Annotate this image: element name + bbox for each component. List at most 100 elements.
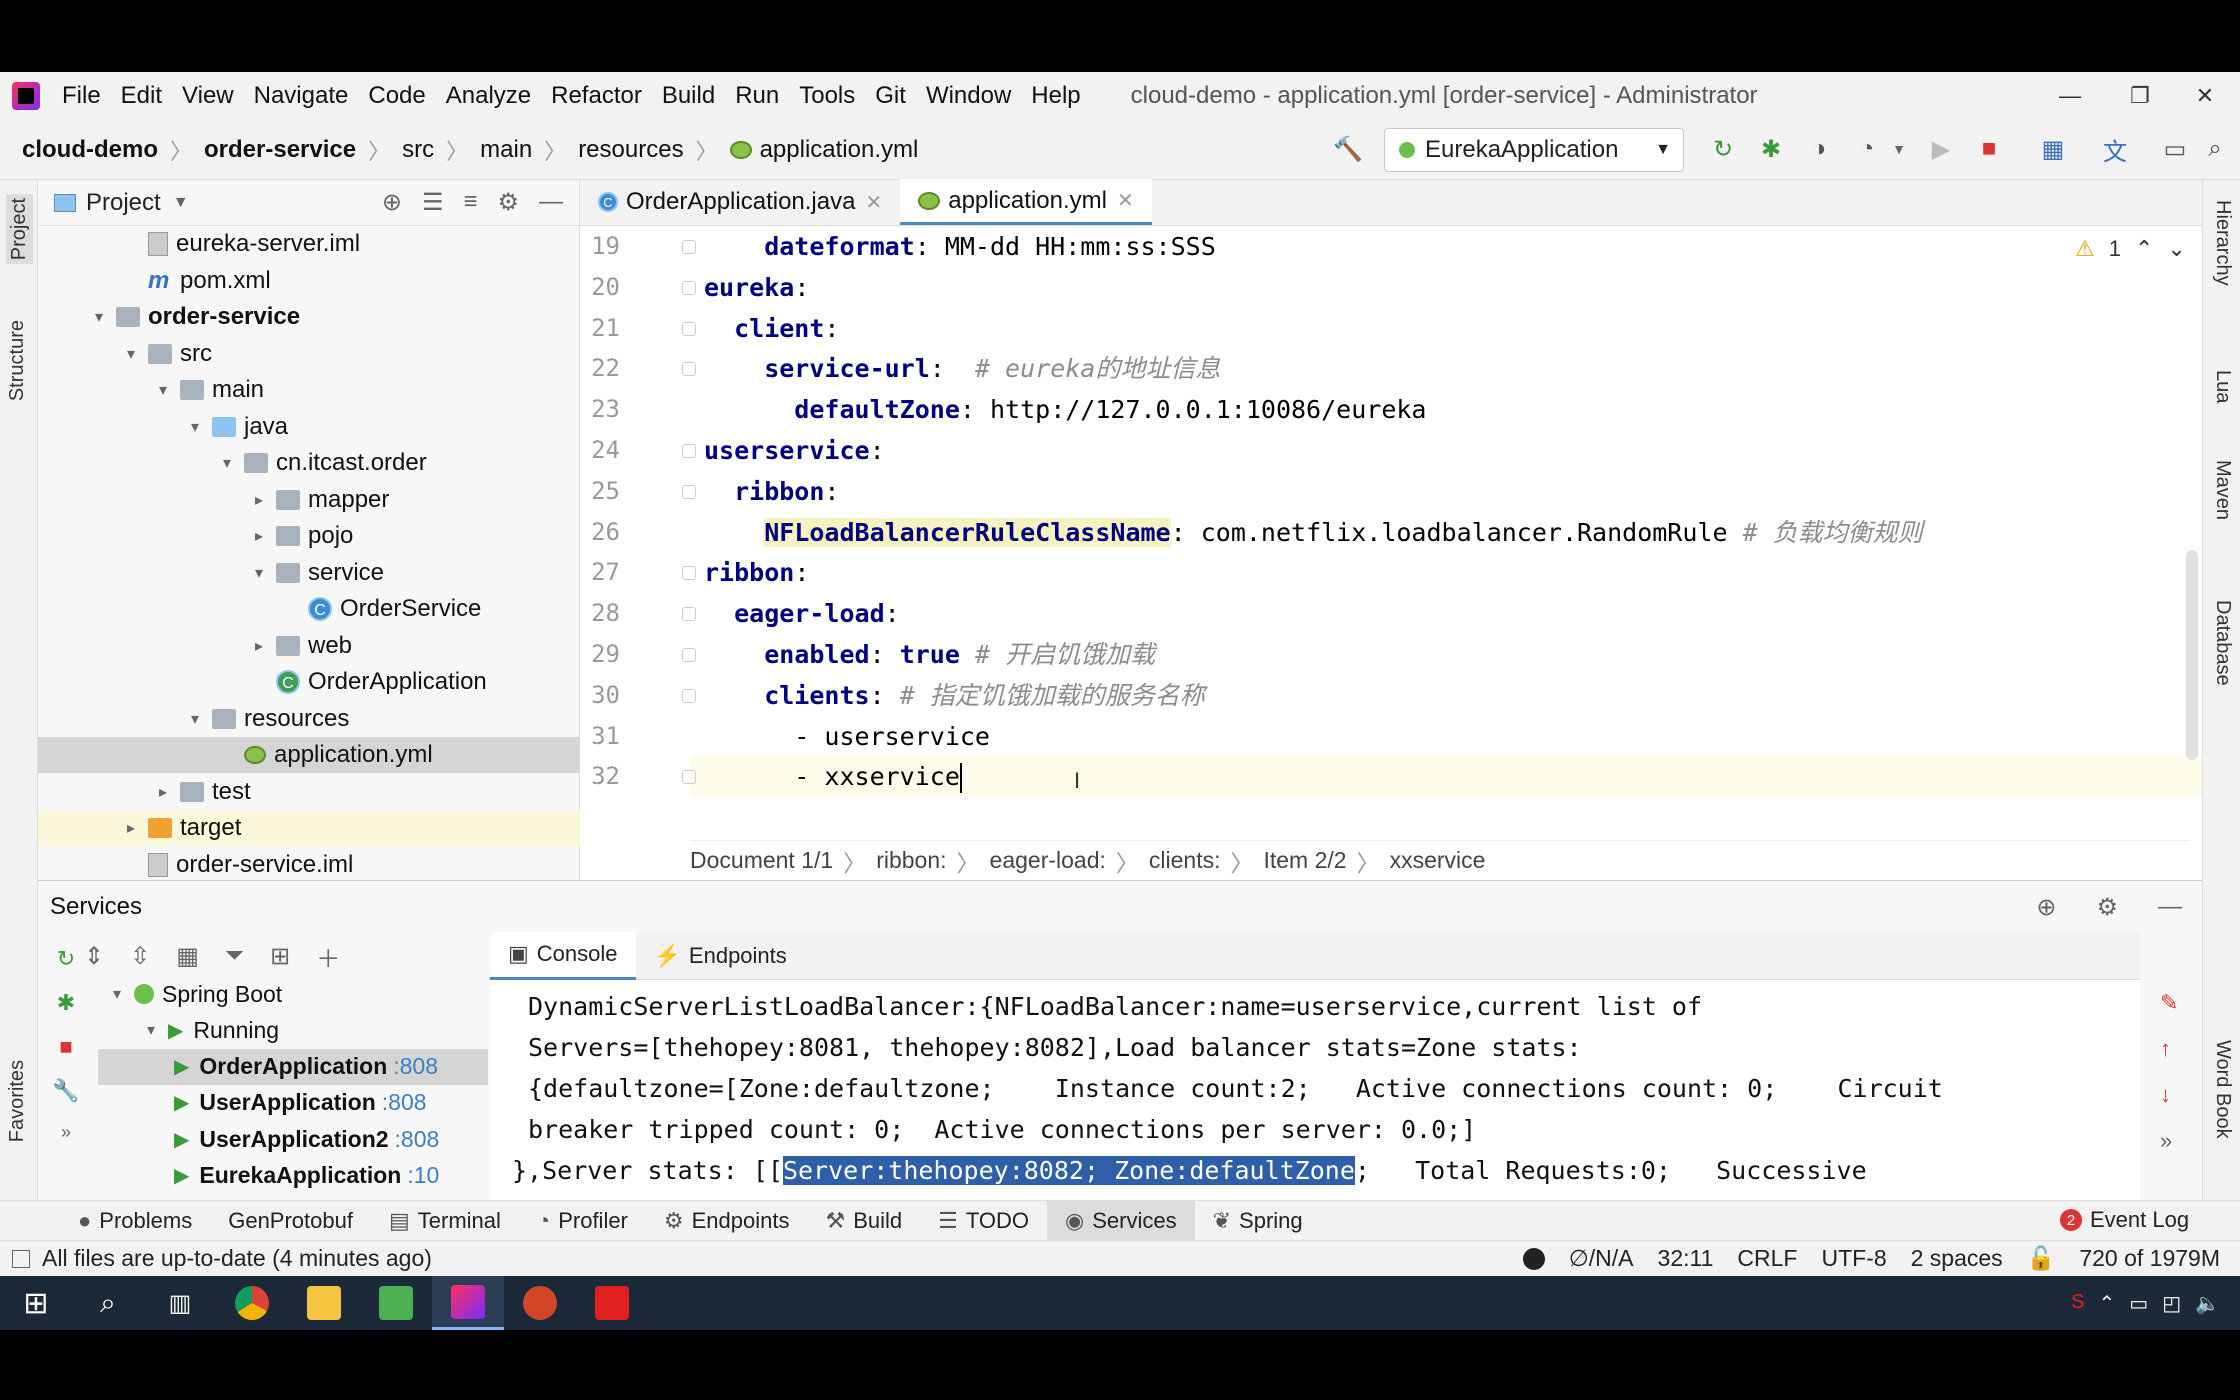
layout-icon[interactable]: ▭ — [2160, 134, 2190, 164]
services-tree-item[interactable]: ▶ UserApplication:808 — [98, 1085, 488, 1121]
code-line[interactable]: client: — [704, 308, 839, 349]
hide-icon[interactable]: — — [539, 188, 563, 217]
tray-app-icon[interactable]: S — [2071, 1291, 2084, 1316]
yaml-breadcrumb-item[interactable]: Item 2/2 — [1263, 847, 1346, 874]
project-tree-item[interactable]: ▸ pojo — [38, 518, 580, 554]
network-icon[interactable]: ◰ — [2162, 1291, 2181, 1316]
close-icon[interactable]: ✕ — [865, 190, 882, 215]
project-tree-item[interactable]: ▸ test — [38, 774, 580, 810]
chevron-right-icon[interactable]: ▸ — [152, 782, 174, 802]
expand-all-icon[interactable]: ⇕ — [84, 942, 104, 971]
powerpoint-icon[interactable] — [504, 1276, 576, 1330]
search-icon[interactable]: ⌕ — [72, 1276, 144, 1330]
run-configuration-select[interactable]: EurekaApplication ▼ — [1384, 128, 1684, 172]
chevron-down-icon[interactable]: ▾ — [184, 709, 206, 729]
tool-tab-terminal[interactable]: ▤ Terminal — [371, 1201, 519, 1241]
tool-tab-profiler[interactable]: ◔ Profiler — [519, 1201, 646, 1241]
search-icon[interactable]: ⌕ — [2200, 134, 2230, 164]
group-icon[interactable]: ▦ — [176, 942, 199, 971]
event-log-button[interactable]: 2 Event Log — [2060, 1200, 2189, 1240]
services-tree-item[interactable]: ▶ EurekaApplication:10 — [98, 1158, 488, 1194]
translate-icon[interactable]: 文 — [2100, 134, 2130, 166]
task-view-icon[interactable]: ▥ — [144, 1276, 216, 1330]
menu-window[interactable]: Window — [916, 82, 1021, 110]
code-line[interactable]: ribbon: — [704, 471, 839, 512]
services-tree-item[interactable]: ▾ Spring Boot — [98, 976, 488, 1012]
chevron-up-icon[interactable]: ⌃ — [2135, 236, 2153, 262]
fold-marker-icon[interactable] — [682, 688, 696, 703]
filter-icon[interactable]: ⏷ — [225, 942, 244, 970]
menu-edit[interactable]: Edit — [111, 82, 172, 110]
chevron-down-icon[interactable]: ⌄ — [2167, 236, 2185, 262]
project-tree-item[interactable]: application.yml — [38, 737, 580, 773]
hide-icon[interactable]: — — [2158, 893, 2182, 922]
project-tree-item[interactable]: ▾ src — [38, 336, 580, 372]
project-tree-item[interactable]: ▸ web — [38, 628, 580, 664]
intellij-taskbar-icon[interactable] — [432, 1276, 504, 1330]
structure-tool-tab[interactable]: Structure — [6, 320, 29, 401]
caret-position[interactable]: 32:11 — [1658, 1245, 1714, 1272]
project-tree-item[interactable]: C OrderService — [38, 591, 580, 627]
services-tree-item[interactable]: ▶ OrderApplication:808 — [98, 1048, 488, 1085]
debug-icon[interactable]: ✱ — [1756, 134, 1786, 164]
project-tree-item[interactable]: ▾ order-service — [38, 299, 580, 335]
menu-refactor[interactable]: Refactor — [541, 82, 652, 110]
code-line[interactable]: defaultZone: http://127.0.0.1:10086/eure… — [704, 389, 1426, 430]
chevron-down-icon[interactable]: ▾ — [140, 1020, 162, 1040]
locate-icon[interactable]: ⊕ — [2036, 893, 2056, 922]
services-tree-item[interactable]: ▾ ▶ Running — [98, 1012, 488, 1048]
project-tree-item[interactable]: C OrderApplication — [38, 664, 580, 700]
lock-icon[interactable]: 🔓 — [2027, 1245, 2056, 1272]
editor-tab[interactable]: C OrderApplication.java ✕ — [580, 179, 900, 225]
fold-marker-icon[interactable] — [682, 321, 696, 336]
chevron-down-icon[interactable]: ▾ — [248, 563, 270, 583]
rerun-icon[interactable]: ↻ — [1708, 134, 1738, 164]
chevron-down-icon[interactable]: ▼ — [1884, 134, 1914, 164]
tool-tab-problems[interactable]: ● Problems — [60, 1201, 210, 1241]
code-line[interactable]: NFLoadBalancerRuleClassName: com.netflix… — [704, 512, 1923, 553]
add-icon[interactable]: ＋ — [316, 939, 340, 974]
vcs-status[interactable]: ∅/N/A — [1569, 1245, 1634, 1272]
stop-icon[interactable]: ■ — [1974, 134, 2004, 164]
yaml-breadcrumb-item[interactable]: Document 1/1 — [690, 847, 833, 874]
breadcrumb-item[interactable]: src — [402, 136, 434, 164]
breadcrumb-item[interactable]: main — [480, 136, 532, 164]
tool-tab-genprotobuf[interactable]: GenProtobuf — [210, 1201, 371, 1241]
status-toggle-icon[interactable] — [12, 1249, 30, 1268]
menu-view[interactable]: View — [172, 82, 244, 110]
gear-icon[interactable]: ⚙ — [2096, 893, 2118, 922]
fold-marker-icon[interactable] — [682, 648, 696, 662]
breadcrumb-item[interactable]: resources — [578, 136, 683, 164]
expand-all-icon[interactable]: ☰ — [422, 188, 444, 217]
chevron-right-icon[interactable]: ▸ — [248, 526, 270, 546]
tool-tab-endpoints[interactable]: ⚙ Endpoints — [646, 1201, 808, 1241]
collapse-all-icon[interactable]: ≡ — [463, 188, 477, 217]
minimize-button[interactable]: — — [2035, 72, 2105, 120]
close-icon[interactable]: ✕ — [1117, 188, 1134, 213]
yaml-breadcrumb-item[interactable]: xxservice — [1390, 847, 1486, 874]
editor-scrollbar[interactable] — [2186, 550, 2198, 760]
project-tree-item[interactable]: ▾ cn.itcast.order — [38, 445, 580, 481]
file-explorer-icon[interactable] — [288, 1276, 360, 1330]
project-tree-item[interactable]: ▸ target — [38, 810, 580, 846]
fold-marker-icon[interactable] — [682, 484, 696, 499]
project-tree-item[interactable]: ▾ java — [38, 409, 580, 445]
tool-tab-spring[interactable]: ❦ Spring — [1195, 1201, 1321, 1241]
chevron-right-icon[interactable]: ▸ — [248, 636, 270, 656]
code-line[interactable]: service-url: # eureka的地址信息 — [704, 348, 1220, 389]
code-line[interactable]: enabled: true # 开启饥饿加载 — [704, 634, 1155, 675]
coverage-icon[interactable]: ◑ — [1804, 134, 1834, 164]
project-structure-icon[interactable]: ▦ — [2038, 134, 2068, 164]
inspection-widget[interactable]: ⚠ 1 ⌃ ⌄ — [2075, 236, 2186, 262]
more-icon[interactable]: » — [2160, 1128, 2178, 1154]
project-tree-item[interactable]: ▸ mapper — [38, 482, 580, 518]
menu-code[interactable]: Code — [358, 82, 435, 110]
volume-icon[interactable]: 🔈 — [2195, 1291, 2220, 1316]
favorites-tool-tab[interactable]: Favorites — [6, 1060, 29, 1142]
chevron-right-icon[interactable]: ▸ — [120, 818, 142, 838]
fold-marker-icon[interactable] — [682, 770, 696, 785]
breadcrumb-item[interactable]: order-service — [204, 136, 356, 164]
services-tree-item[interactable]: ▶ UserApplication2:808 — [98, 1121, 488, 1157]
project-tree-item[interactable]: eureka-server.iml — [38, 226, 580, 262]
project-tree-item[interactable]: ▾ service — [38, 555, 580, 591]
